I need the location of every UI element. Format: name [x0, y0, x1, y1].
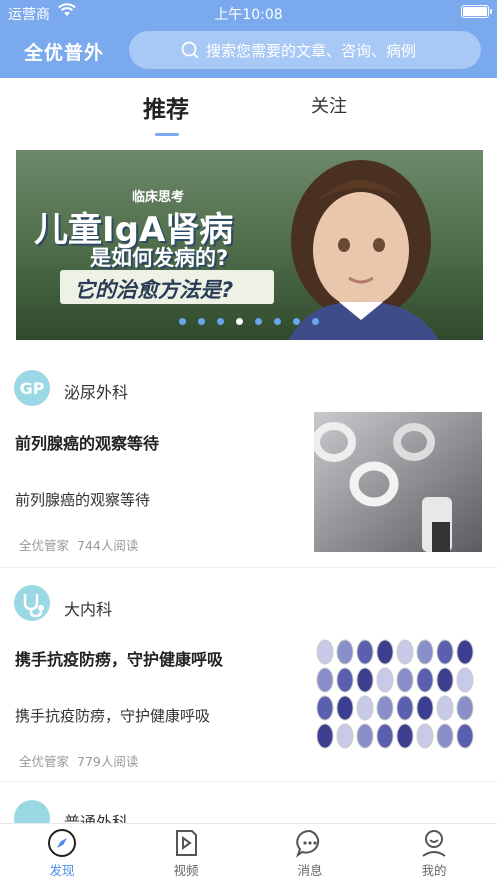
- article-thumbnail: [314, 412, 482, 552]
- culture-plate: [436, 723, 454, 749]
- culture-plate: [416, 667, 434, 693]
- culture-plate: [436, 667, 454, 693]
- carousel-dot[interactable]: [236, 318, 243, 325]
- tab-following[interactable]: 关注: [311, 92, 347, 118]
- banner-question: 它的治愈方法是?: [74, 278, 234, 302]
- culture-plate: [356, 695, 374, 721]
- culture-plate: [436, 695, 454, 721]
- article-card[interactable]: GP 泌尿外科 前列腺癌的观察等待 前列腺癌的观察等待 全优管家 744人阅读: [0, 355, 497, 568]
- article-thumbnail: [314, 628, 482, 768]
- culture-plate: [456, 695, 474, 721]
- culture-plate: [316, 639, 334, 665]
- search-placeholder: 搜索您需要的文章、咨询、病例: [206, 41, 417, 60]
- carousel-dot[interactable]: [179, 318, 186, 325]
- nav-profile[interactable]: 我的: [404, 828, 464, 879]
- culture-plate: [316, 695, 334, 721]
- status-time: 上午10:08: [214, 7, 283, 23]
- culture-plate: [356, 723, 374, 749]
- department-name: 泌尿外科: [64, 383, 129, 402]
- tab-indicator: [155, 133, 179, 136]
- culture-plate: [316, 723, 334, 749]
- culture-plate: [456, 667, 474, 693]
- kidney-icon: GP: [14, 370, 50, 406]
- culture-plate: [356, 667, 374, 693]
- message-icon: [296, 829, 320, 858]
- culture-plate: [376, 695, 394, 721]
- banner-carousel[interactable]: 临床思考 儿童IgA肾病 是如何发病的? 它的治愈方法是?: [16, 150, 483, 340]
- compass-icon: [48, 829, 76, 857]
- culture-plate: [316, 667, 334, 693]
- nav-label: 视频: [173, 863, 199, 878]
- battery-icon: [461, 5, 492, 18]
- culture-plate: [396, 639, 414, 665]
- culture-plate: [416, 723, 434, 749]
- svg-text:GP: GP: [20, 379, 45, 398]
- nav-discover[interactable]: 发现: [32, 828, 92, 879]
- search-input[interactable]: 搜索您需要的文章、咨询、病例: [129, 31, 481, 69]
- culture-plate: [336, 695, 354, 721]
- article-meta: 全优管家 744人阅读: [19, 535, 138, 554]
- department-name: 普通外科: [64, 813, 129, 824]
- bottom-navigation: 发现 视频 消息 我的: [0, 823, 497, 883]
- nav-video[interactable]: 视频: [156, 828, 216, 879]
- profile-icon: [422, 830, 446, 857]
- culture-plate: [376, 639, 394, 665]
- culture-plate: [336, 723, 354, 749]
- nav-label: 发现: [49, 863, 75, 878]
- article-title: 携手抗疫防痨，守护健康呼吸: [15, 650, 224, 669]
- article-author: 全优管家: [19, 538, 70, 553]
- surgery-icon: [14, 800, 50, 824]
- culture-plate: [376, 723, 394, 749]
- banner-subheadline: 是如何发病的?: [90, 246, 229, 270]
- culture-plate: [396, 667, 414, 693]
- carousel-dot[interactable]: [293, 318, 300, 325]
- culture-plate: [396, 723, 414, 749]
- article-reads: 744人阅读: [77, 538, 139, 553]
- divider: [0, 567, 497, 568]
- app-header: 运营商 上午10:08 全优普外 搜索您需要的文章、咨询、病例: [0, 0, 497, 78]
- content-tabs: 推荐 关注: [0, 78, 497, 140]
- carousel-dot[interactable]: [255, 318, 262, 325]
- stethoscope-icon: [14, 585, 50, 621]
- tab-recommended[interactable]: 推荐: [143, 90, 189, 124]
- article-author: 全优管家: [19, 754, 70, 769]
- nav-label: 我的: [421, 863, 447, 878]
- culture-plate: [356, 639, 374, 665]
- carousel-dot[interactable]: [217, 318, 224, 325]
- culture-plate: [416, 639, 434, 665]
- culture-plate: [376, 667, 394, 693]
- article-reads: 779人阅读: [77, 754, 139, 769]
- article-summary: 携手抗疫防痨，守护健康呼吸: [15, 707, 211, 725]
- department-name: 大内科: [64, 600, 113, 619]
- nav-messages[interactable]: 消息: [280, 828, 340, 879]
- video-icon: [176, 830, 197, 856]
- carousel-dots: [179, 318, 319, 325]
- culture-plate: [436, 639, 454, 665]
- article-card[interactable]: 大内科 携手抗疫防痨，守护健康呼吸 携手抗疫防痨，守护健康呼吸 全优管家 779人…: [0, 570, 497, 782]
- culture-plate: [396, 695, 414, 721]
- article-title: 前列腺癌的观察等待: [15, 434, 160, 453]
- status-bar: 运营商 上午10:08: [0, 0, 497, 24]
- culture-plate: [416, 695, 434, 721]
- nav-label: 消息: [297, 863, 323, 878]
- culture-plate: [336, 667, 354, 693]
- carousel-dot[interactable]: [198, 318, 205, 325]
- article-card[interactable]: 普通外科: [0, 784, 497, 824]
- divider: [0, 781, 497, 782]
- culture-plate: [456, 723, 474, 749]
- carousel-dot[interactable]: [312, 318, 319, 325]
- carousel-dot[interactable]: [274, 318, 281, 325]
- app-title: 全优普外: [24, 42, 105, 64]
- banner-text-overlay: 临床思考 儿童IgA肾病 是如何发病的? 它的治愈方法是?: [16, 150, 316, 340]
- search-icon: [181, 41, 199, 59]
- banner-question-bar: 它的治愈方法是?: [60, 270, 274, 304]
- article-meta: 全优管家 779人阅读: [19, 751, 138, 770]
- article-summary: 前列腺癌的观察等待: [15, 491, 151, 509]
- culture-plate: [336, 639, 354, 665]
- culture-plate: [456, 639, 474, 665]
